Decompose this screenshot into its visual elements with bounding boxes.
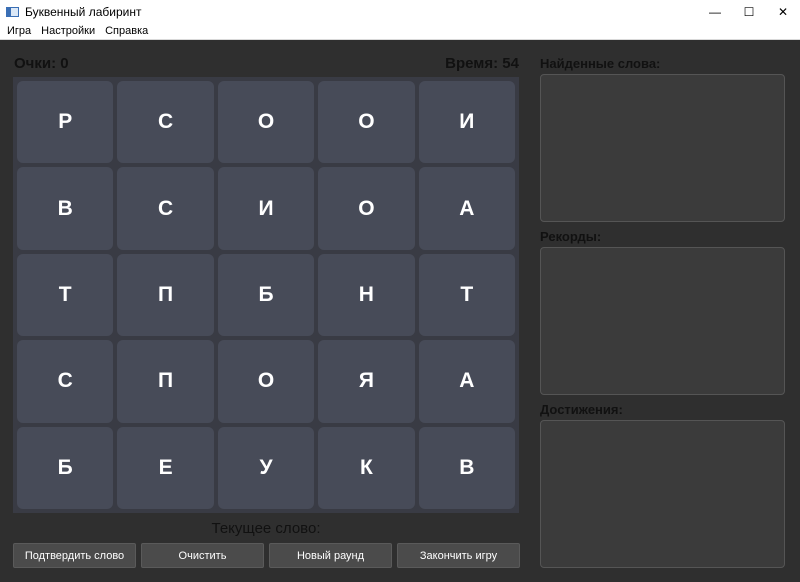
letter-tile[interactable]: В — [17, 167, 114, 250]
letter-tile[interactable]: А — [418, 340, 515, 423]
letter-tile[interactable]: О — [318, 81, 415, 164]
records-label: Рекорды: — [540, 229, 602, 244]
letter-tile[interactable]: Б — [17, 426, 114, 509]
achievements-label: Достижения: — [540, 402, 623, 417]
letter-tile[interactable]: У — [217, 426, 315, 509]
app-icon — [6, 6, 19, 17]
menu-game[interactable]: Игра — [2, 25, 36, 37]
letter-tile[interactable]: С — [117, 81, 214, 164]
letter-tile[interactable]: Б — [217, 253, 315, 337]
letter-tile[interactable]: Р — [17, 81, 114, 164]
score-label: Очки: 0 — [14, 55, 69, 72]
menu-help[interactable]: Справка — [100, 25, 153, 37]
menu-bar: Игра Настройки Справка — [0, 23, 800, 40]
letter-tile[interactable]: П — [117, 253, 214, 337]
maximize-button[interactable]: ☐ — [732, 0, 766, 23]
letter-tile[interactable]: Н — [318, 253, 415, 337]
letter-tile[interactable]: П — [117, 340, 214, 423]
clear-button[interactable]: Очистить — [141, 543, 264, 568]
letter-tile[interactable]: Е — [117, 426, 214, 509]
letter-tile[interactable]: И — [217, 167, 315, 250]
letter-tile[interactable]: О — [217, 81, 315, 164]
letter-tile[interactable]: О — [318, 167, 415, 250]
letter-tile[interactable]: В — [418, 426, 515, 509]
current-word-label: Текущее слово: — [211, 520, 321, 537]
letter-tile[interactable]: А — [418, 167, 515, 250]
letter-tile[interactable]: Я — [318, 340, 415, 423]
letter-tile[interactable]: О — [217, 340, 315, 423]
achievements-list[interactable] — [540, 420, 785, 568]
letter-board: Р С О О И В С И О А Т П Б Н Т С П О Я А … — [13, 77, 519, 513]
minimize-button[interactable]: — — [698, 0, 732, 23]
window-title: Буквенный лабиринт — [25, 4, 142, 19]
action-bar: Подтвердить слово Очистить Новый раунд З… — [13, 543, 520, 568]
letter-tile[interactable]: С — [117, 167, 214, 250]
window-controls: — ☐ ✕ — [698, 0, 800, 23]
title-bar: Буквенный лабиринт — ☐ ✕ — [0, 0, 800, 23]
letter-tile[interactable]: К — [318, 426, 415, 509]
close-button[interactable]: ✕ — [766, 0, 800, 23]
letter-tile[interactable]: С — [17, 340, 114, 423]
timer-label: Время: 54 — [445, 55, 519, 72]
found-words-label: Найденные слова: — [540, 56, 661, 71]
confirm-word-button[interactable]: Подтвердить слово — [13, 543, 136, 568]
found-words-list[interactable] — [540, 74, 785, 222]
letter-tile[interactable]: Т — [418, 253, 515, 337]
end-game-button[interactable]: Закончить игру — [397, 543, 520, 568]
new-round-button[interactable]: Новый раунд — [269, 543, 392, 568]
letter-tile[interactable]: Т — [17, 253, 114, 337]
records-list[interactable] — [540, 247, 785, 395]
letter-tile[interactable]: И — [418, 81, 515, 164]
menu-settings[interactable]: Настройки — [36, 25, 100, 37]
